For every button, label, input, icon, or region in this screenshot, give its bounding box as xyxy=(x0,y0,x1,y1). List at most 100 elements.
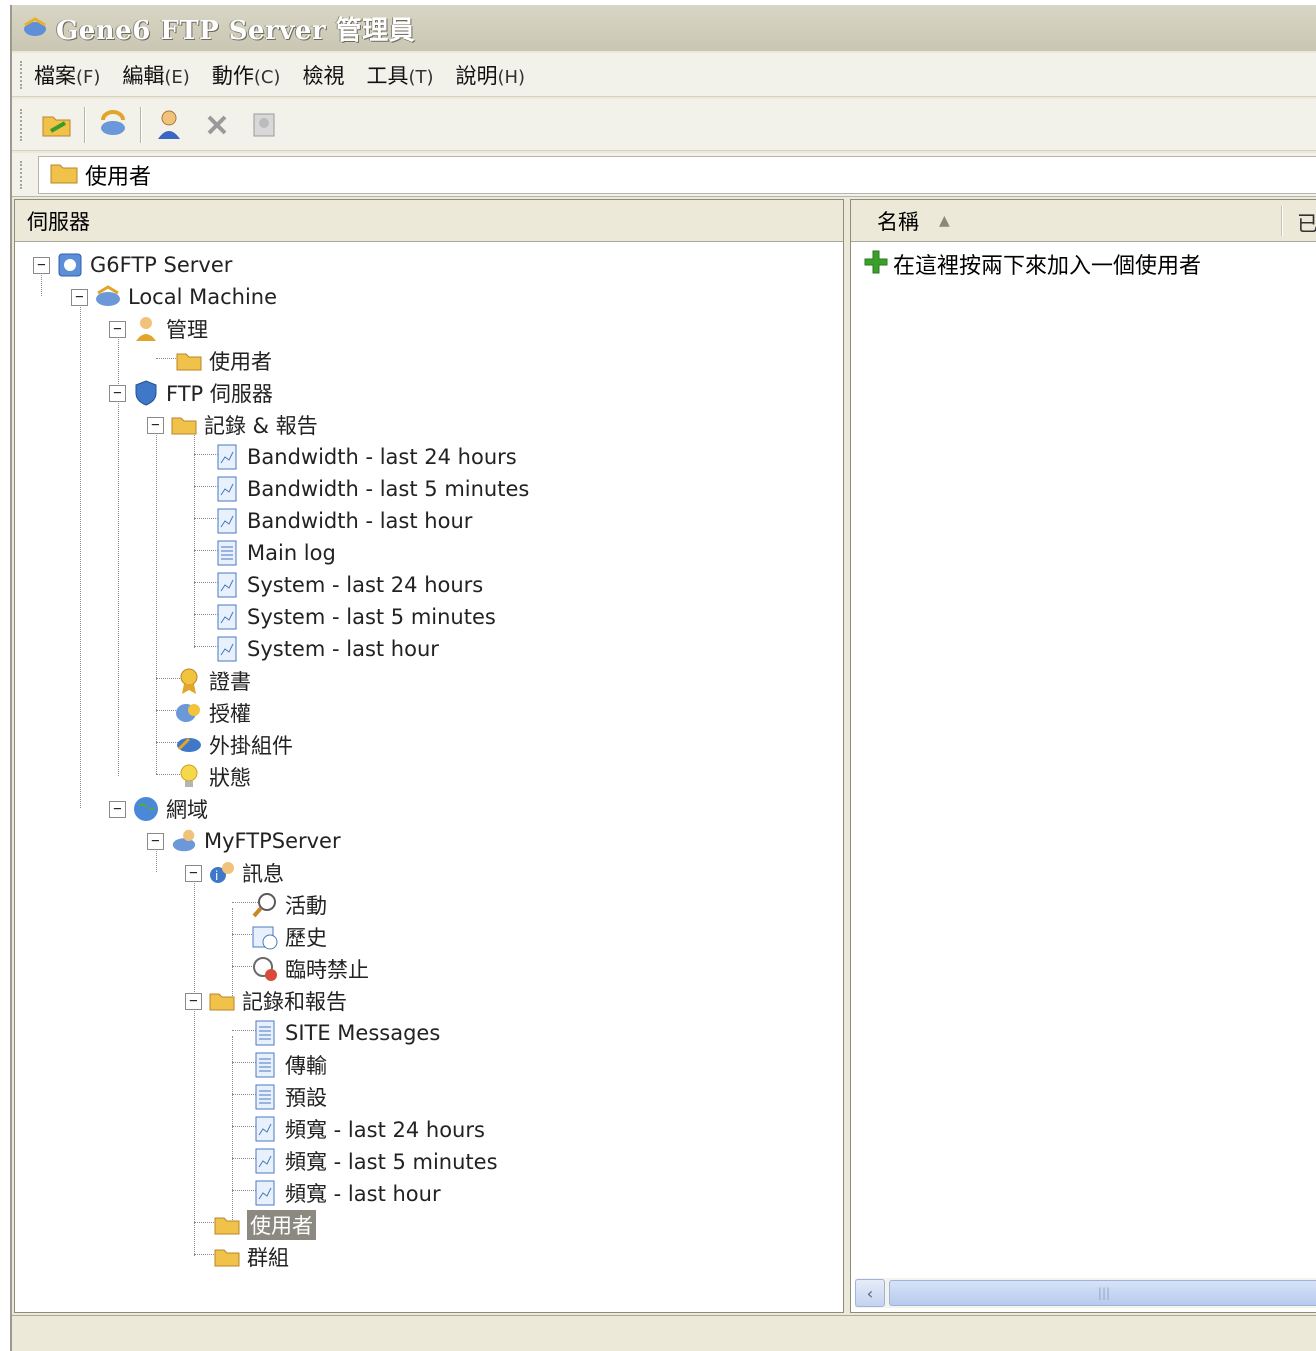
collapse-toggle[interactable]: − xyxy=(33,256,50,274)
tree-node-local-machine[interactable]: − Local Machine xyxy=(71,282,277,312)
collapse-toggle[interactable]: − xyxy=(109,800,126,818)
tree-node-log-item[interactable]: System - last 24 hours xyxy=(213,570,483,600)
tree-node-log-item[interactable]: Main log xyxy=(213,538,336,568)
menu-help-accel: (H) xyxy=(497,66,526,88)
tree-node-domain[interactable]: − MyFTPServer xyxy=(147,826,341,856)
delete-icon[interactable] xyxy=(196,104,238,146)
window-title: Gene6 FTP Server 管理員 xyxy=(56,15,416,46)
tree-node-domain-logs[interactable]: − 記錄和報告 xyxy=(185,986,347,1016)
tree-node-status[interactable]: 狀態 xyxy=(175,762,251,792)
menu-action[interactable]: 動作(C) xyxy=(212,60,281,90)
text-document-icon xyxy=(251,1019,279,1047)
tree-node-log-item[interactable]: Bandwidth - last 24 hours xyxy=(213,442,517,472)
tree-node-admin-users[interactable]: 使用者 xyxy=(175,346,272,376)
calendar-clock-icon xyxy=(251,923,279,951)
tree-node-domain-log-item[interactable]: 預設 xyxy=(251,1082,327,1112)
collapse-toggle[interactable]: − xyxy=(147,416,164,434)
column-header-next[interactable]: 已 xyxy=(1297,208,1316,238)
tree-node-activity[interactable]: 活動 xyxy=(251,890,327,920)
tree-node-domain-log-item[interactable]: SITE Messages xyxy=(251,1018,440,1048)
properties-icon[interactable] xyxy=(244,104,286,146)
tree-node-domains[interactable]: − 網域 xyxy=(109,794,208,824)
chart-document-icon xyxy=(213,443,241,471)
tree-node-log-item[interactable]: Bandwidth - last hour xyxy=(213,506,472,536)
scroll-left-button[interactable]: ‹ xyxy=(855,1279,885,1307)
folder-icon xyxy=(213,1243,241,1271)
column-divider[interactable] xyxy=(1281,206,1283,236)
collapse-toggle[interactable]: − xyxy=(185,992,202,1010)
tree-node-logs-reports[interactable]: − 記錄 & 報告 xyxy=(147,410,318,440)
user-icon[interactable] xyxy=(148,104,190,146)
tree-node-log-item[interactable]: Bandwidth - last 5 minutes xyxy=(213,474,529,504)
shield-icon xyxy=(132,379,160,407)
menu-file[interactable]: 檔案(F) xyxy=(34,60,100,90)
menu-tools[interactable]: 工具(T) xyxy=(366,60,433,90)
collapse-toggle[interactable]: − xyxy=(185,864,202,882)
info-icon: i xyxy=(208,859,236,887)
tree-node-root[interactable]: − G6FTP Server xyxy=(33,250,232,280)
tree-node-domain-log-item[interactable]: 傳輸 xyxy=(251,1050,327,1080)
menu-help[interactable]: 說明(H) xyxy=(456,60,526,90)
tree-node-temp-ban[interactable]: 臨時禁止 xyxy=(251,954,369,984)
menu-tools-accel: (T) xyxy=(408,66,434,88)
tree-node-domain-log-item[interactable]: 頻寬 - last 5 minutes xyxy=(251,1146,498,1176)
tree-node-domain-groups[interactable]: 群組 xyxy=(213,1242,289,1272)
log-item-prefix: SITE Messages xyxy=(285,1021,441,1045)
magnifier-icon xyxy=(251,891,279,919)
chart-document-icon xyxy=(251,1179,279,1207)
collapse-toggle[interactable]: − xyxy=(109,384,126,402)
menubar-grip[interactable] xyxy=(20,61,24,89)
tree-node-domain-log-item[interactable]: 頻寬 - last 24 hours xyxy=(251,1114,485,1144)
tree-node-plugins[interactable]: 外掛組件 xyxy=(175,730,293,760)
chart-document-icon xyxy=(213,475,241,503)
tree-label-domain-log-item: 頻寬 - last 5 minutes xyxy=(285,1146,498,1176)
title-bar[interactable]: Gene6 FTP Server 管理員 xyxy=(12,5,1316,51)
server-pane-header: 伺服器 xyxy=(15,200,843,242)
folder-icon xyxy=(213,1211,241,1239)
add-user-row[interactable]: 在這裡按兩下來加入一個使用者 xyxy=(863,248,1316,280)
machine-icon xyxy=(94,283,122,311)
tree-node-license[interactable]: 授權 xyxy=(175,698,251,728)
tree-label-admin-users: 使用者 xyxy=(209,350,272,374)
tree-node-domain-log-item[interactable]: 頻寬 - last hour xyxy=(251,1178,441,1208)
tree-label-log-item: System - last hour xyxy=(247,637,439,661)
tree-node-history[interactable]: 歷史 xyxy=(251,922,327,952)
tree-label-domains: 網域 xyxy=(166,798,208,822)
toolbar-grip[interactable] xyxy=(20,109,24,141)
address-field[interactable]: 使用者 xyxy=(38,156,1316,194)
tree-node-log-item[interactable]: System - last 5 minutes xyxy=(213,602,496,632)
refresh-icon[interactable] xyxy=(92,104,134,146)
chart-document-icon xyxy=(251,1147,279,1175)
toolbar-separator xyxy=(140,106,142,143)
tree-node-ftp-server[interactable]: − FTP 伺服器 xyxy=(109,378,273,408)
server-icon xyxy=(56,251,84,279)
menu-edit[interactable]: 編輯(E) xyxy=(122,60,189,90)
tree-label-root: G6FTP Server xyxy=(90,253,233,277)
plugin-icon xyxy=(175,731,203,759)
collapse-toggle[interactable]: − xyxy=(147,832,164,850)
tree-node-info[interactable]: − i 訊息 xyxy=(185,858,284,888)
folder-icon xyxy=(49,161,79,189)
tree-label-ftp-server: FTP 伺服器 xyxy=(166,382,273,406)
scrollbar-thumb[interactable]: ||| xyxy=(889,1280,1316,1306)
tree-node-admin[interactable]: − 管理 xyxy=(109,314,208,344)
tree-label-domain: MyFTPServer xyxy=(204,829,341,853)
tree-node-log-item[interactable]: System - last hour xyxy=(213,634,439,664)
address-path: 使用者 xyxy=(85,165,152,190)
server-tree[interactable]: − G6FTP Server − Local Machine − 管理 使用者 … xyxy=(15,242,843,1312)
column-header-name[interactable]: 名稱 xyxy=(877,206,919,236)
text-document-icon xyxy=(251,1051,279,1079)
collapse-toggle[interactable]: − xyxy=(109,320,126,338)
addressbar-grip[interactable] xyxy=(20,161,24,189)
chart-document-icon xyxy=(251,1115,279,1143)
folder-icon xyxy=(208,987,236,1015)
open-folder-icon[interactable] xyxy=(36,104,78,146)
tree-node-domain-users[interactable]: 使用者 xyxy=(213,1210,316,1240)
tree-node-certificates[interactable]: 證書 xyxy=(175,666,251,696)
horizontal-scrollbar[interactable]: ‹ ||| xyxy=(855,1278,1316,1308)
tree-label-log-item: Bandwidth - last hour xyxy=(247,509,473,533)
collapse-toggle[interactable]: − xyxy=(71,288,88,306)
menu-file-label: 檔案 xyxy=(34,63,76,88)
menu-view[interactable]: 檢視 xyxy=(302,60,344,90)
tree-label-info: 訊息 xyxy=(242,862,284,886)
